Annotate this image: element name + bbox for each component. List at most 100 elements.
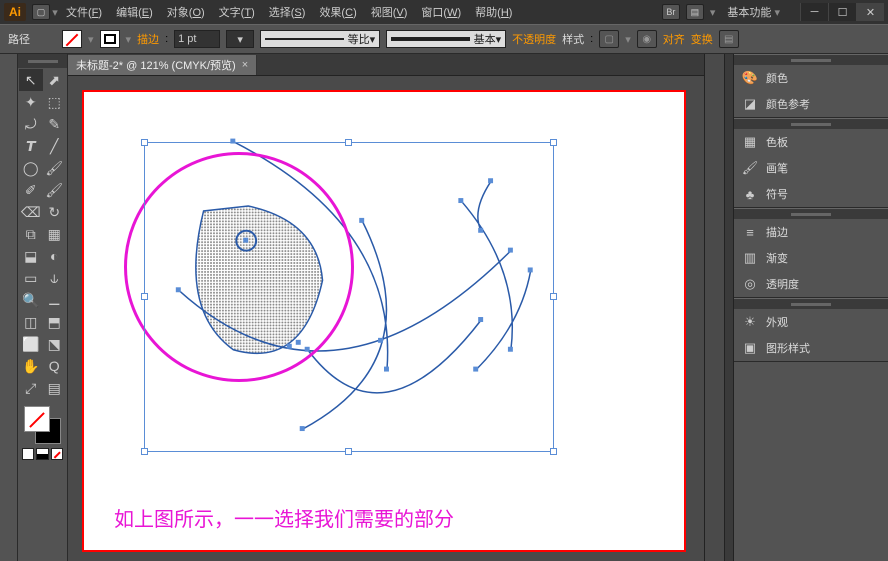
panel-描边[interactable]: ≡描边 bbox=[734, 219, 888, 245]
transform-label[interactable]: 变换 bbox=[691, 31, 713, 47]
tool-11[interactable]: 🖌 bbox=[43, 179, 67, 201]
menu-v[interactable]: 视图(V) bbox=[365, 2, 414, 22]
menu-t[interactable]: 文字(T) bbox=[213, 2, 261, 22]
dropdown-arrow: ▾ bbox=[710, 6, 716, 19]
tool-17[interactable]: ◐ bbox=[43, 245, 67, 267]
window-maximize[interactable]: ☐ bbox=[828, 3, 856, 21]
tool-15[interactable]: ▦ bbox=[43, 223, 67, 245]
gradient-mode-btn[interactable] bbox=[36, 448, 48, 460]
panel-menu-icon[interactable]: ▤ bbox=[719, 30, 739, 48]
panel-符号[interactable]: ♣符号 bbox=[734, 181, 888, 207]
artboard[interactable]: 如上图所示，一一选择我们需要的部分 bbox=[82, 90, 686, 552]
align-label[interactable]: 对齐 bbox=[663, 31, 685, 47]
tool-20[interactable]: 🔍 bbox=[19, 289, 43, 311]
panel-渐变[interactable]: ▥渐变 bbox=[734, 245, 888, 271]
panel-颜色[interactable]: 🎨颜色 bbox=[734, 65, 888, 91]
tool-19[interactable]: ⫝ bbox=[43, 267, 67, 289]
tool-4[interactable]: ⤾ bbox=[19, 113, 43, 135]
fill-stroke-swatches[interactable] bbox=[20, 404, 65, 446]
panel-label: 颜色 bbox=[766, 70, 788, 86]
tool-14[interactable]: ⧉ bbox=[19, 223, 43, 245]
tool-5[interactable]: ✎ bbox=[43, 113, 67, 135]
bridge-icon[interactable]: Br bbox=[662, 4, 680, 20]
panel-grip[interactable] bbox=[734, 209, 888, 219]
doc-arrange-icon[interactable]: ▤ bbox=[686, 4, 704, 20]
tool-0[interactable]: ↖ bbox=[19, 69, 43, 91]
document-tab[interactable]: 未标题-2* @ 121% (CMYK/预览) × bbox=[68, 55, 257, 75]
workspace-switcher[interactable]: 基本功能 ▾ bbox=[721, 4, 786, 20]
panel-icon: ◪ bbox=[742, 96, 758, 112]
tool-23[interactable]: ⬒ bbox=[43, 311, 67, 333]
tool-27[interactable]: Q bbox=[43, 355, 67, 377]
tool-7[interactable]: ╱ bbox=[43, 135, 67, 157]
stroke-width-profile[interactable]: ▾ bbox=[226, 30, 254, 48]
panel-icon: ▣ bbox=[742, 340, 758, 356]
tools-panel-header[interactable] bbox=[18, 54, 67, 68]
tool-12[interactable]: ⌫ bbox=[19, 201, 43, 223]
stroke-swatch[interactable] bbox=[100, 30, 120, 48]
tool-21[interactable]: ⚊ bbox=[43, 289, 67, 311]
stroke-label[interactable]: 描边 bbox=[137, 31, 159, 47]
panel-颜色参考[interactable]: ◪ 颜色参考 bbox=[734, 91, 888, 117]
menu-f[interactable]: 文件(F) bbox=[60, 2, 108, 22]
panel-collapse-strip[interactable] bbox=[724, 54, 734, 561]
fill-swatch[interactable] bbox=[62, 30, 82, 48]
tool-10[interactable]: ✐ bbox=[19, 179, 43, 201]
tool-29[interactable]: ▤ bbox=[43, 377, 67, 399]
panel-画笔[interactable]: 🖌画笔 bbox=[734, 155, 888, 181]
panel-grip[interactable] bbox=[734, 299, 888, 309]
tool-3[interactable]: ⬚ bbox=[43, 91, 67, 113]
panel-grip[interactable] bbox=[734, 55, 888, 65]
menu-e[interactable]: 编辑(E) bbox=[110, 2, 159, 22]
document-tab-label: 未标题-2* @ 121% (CMYK/预览) bbox=[76, 57, 236, 73]
menu-o[interactable]: 对象(O) bbox=[161, 2, 211, 22]
panel-label: 色板 bbox=[766, 134, 788, 150]
tool-22[interactable]: ◫ bbox=[19, 311, 43, 333]
selection-bounds[interactable] bbox=[144, 142, 554, 452]
window-minimize[interactable]: ─ bbox=[800, 3, 828, 21]
tool-13[interactable]: ↻ bbox=[43, 201, 67, 223]
panel-透明度[interactable]: ◎ 透明度 bbox=[734, 271, 888, 297]
tool-6[interactable]: 𝙏 bbox=[19, 135, 43, 157]
panel-图形样式[interactable]: ▣ 图形样式 bbox=[734, 335, 888, 361]
panel-外观[interactable]: ☀外观 bbox=[734, 309, 888, 335]
style-label: 样式 bbox=[562, 31, 584, 47]
recolor-icon[interactable]: ◉ bbox=[637, 30, 657, 48]
doc-scrollbar[interactable] bbox=[704, 54, 724, 561]
tab-close-icon[interactable]: × bbox=[242, 59, 248, 71]
menu-w[interactable]: 窗口(W) bbox=[415, 2, 467, 22]
panel-icon: 🖌 bbox=[742, 160, 758, 176]
doc-layout-icon[interactable]: ▢ bbox=[32, 4, 50, 20]
width-profile-select[interactable]: 等比 ▾ bbox=[260, 30, 380, 48]
menu-c[interactable]: 效果(C) bbox=[313, 2, 362, 22]
app-logo: Ai bbox=[4, 3, 26, 21]
menu-h[interactable]: 帮助(H) bbox=[469, 2, 518, 22]
window-close[interactable]: ✕ bbox=[856, 3, 884, 21]
tool-9[interactable]: 🖌 bbox=[43, 157, 67, 179]
tool-1[interactable]: ⬈ bbox=[43, 69, 67, 91]
tool-24[interactable]: ⬜ bbox=[19, 333, 43, 355]
color-mode-btn[interactable] bbox=[22, 448, 34, 460]
tool-25[interactable]: ⬔ bbox=[43, 333, 67, 355]
opacity-label[interactable]: 不透明度 bbox=[512, 31, 556, 47]
none-mode-btn[interactable] bbox=[51, 448, 63, 460]
panel-grip[interactable] bbox=[734, 119, 888, 129]
brush-def-select[interactable]: 基本 ▾ bbox=[386, 30, 506, 48]
tool-28[interactable]: ⤢ bbox=[19, 377, 43, 399]
selection-kind: 路径 bbox=[8, 31, 30, 47]
panel-icon: ≡ bbox=[742, 224, 758, 240]
panel-label: 透明度 bbox=[766, 276, 799, 292]
stroke-weight-input[interactable] bbox=[174, 30, 220, 48]
tool-26[interactable]: ✋ bbox=[19, 355, 43, 377]
style-swatch[interactable]: ▢ bbox=[599, 30, 619, 48]
left-collapse-strip[interactable] bbox=[0, 54, 18, 561]
tool-16[interactable]: ⬓ bbox=[19, 245, 43, 267]
panel-label: 图形样式 bbox=[766, 340, 810, 356]
panel-色板[interactable]: ▦色板 bbox=[734, 129, 888, 155]
tool-8[interactable]: ◯ bbox=[19, 157, 43, 179]
panel-icon: ◎ bbox=[742, 276, 758, 292]
panel-label: 颜色参考 bbox=[766, 96, 810, 112]
menu-s[interactable]: 选择(S) bbox=[263, 2, 312, 22]
tool-18[interactable]: ▭ bbox=[19, 267, 43, 289]
tool-2[interactable]: ✦ bbox=[19, 91, 43, 113]
